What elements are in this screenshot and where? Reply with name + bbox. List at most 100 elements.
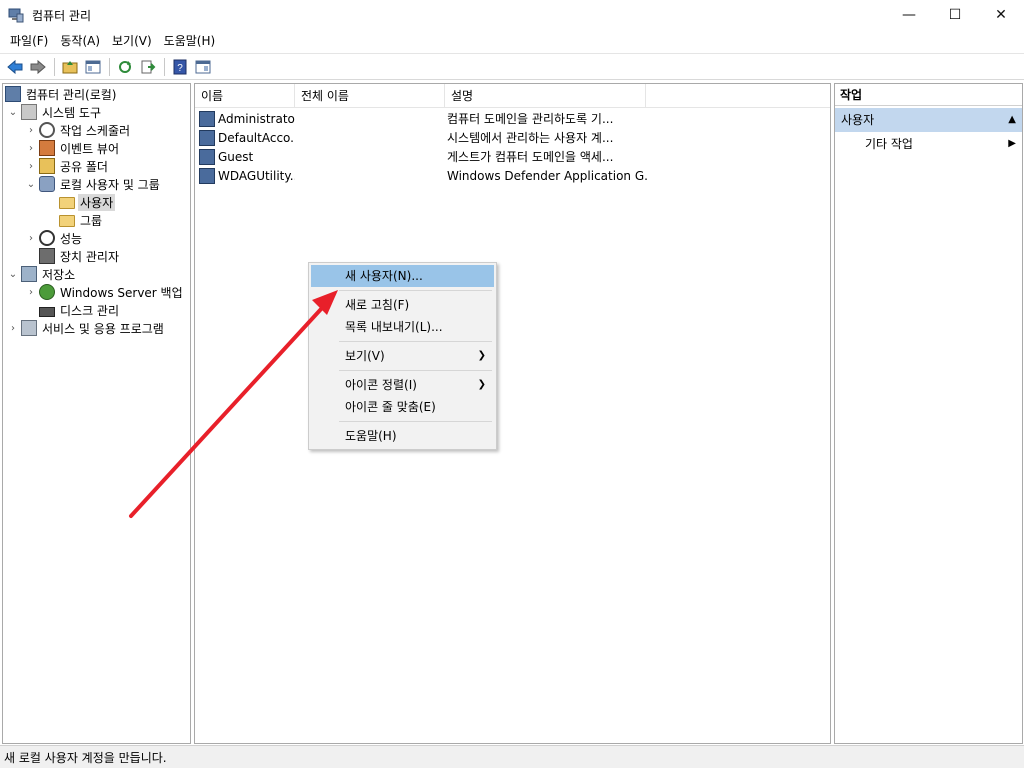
tree-item-storage[interactable]: ⌄ 저장소 [7,265,77,283]
tree-label: 공유 폴더 [60,159,108,174]
menu-item-help[interactable]: 도움말(H) [311,425,494,447]
chevron-right-icon: ❯ [477,350,486,361]
minimize-button[interactable]: — [886,0,932,30]
actions-pane: 작업 사용자 ▲ 기타 작업 ▶ [834,83,1023,744]
toolbar-separator [164,57,165,76]
menu-view[interactable]: 보기(V) [106,30,158,52]
menu-item-label: 새 사용자(N)... [345,269,423,283]
user-name: Guest [218,149,254,164]
list-item[interactable]: DefaultAcco... 시스템에서 관리하는 사용자 계... [199,128,647,147]
menu-item-label: 새로 고침(F) [345,298,410,312]
tree-label: Windows Server 백업 [60,285,183,300]
show-hide-tree-icon[interactable] [82,56,104,78]
user-icon [199,148,215,165]
collapse-up-icon[interactable]: ▲ [1008,108,1016,132]
column-header-description[interactable]: 설명 [445,84,646,108]
list-item[interactable]: Administrator 컴퓨터 도메인을 관리하도록 기... [199,109,647,128]
chevron-down-icon[interactable]: ⌄ [7,265,19,283]
list-view[interactable]: 이름 전체 이름 설명 Administrator 컴퓨터 도메인을 관리하도록… [194,83,831,744]
toolbar-separator [54,57,55,76]
menu-help[interactable]: 도움말(H) [158,30,222,52]
menu-item-new-user[interactable]: 새 사용자(N)... [311,265,494,287]
more-actions-item[interactable]: 기타 작업 ▶ [835,132,1022,156]
export-list-icon[interactable] [137,56,159,78]
user-icon [199,167,215,184]
chevron-right-icon[interactable]: › [25,139,37,157]
chevron-right-icon[interactable]: › [25,157,37,175]
chevron-down-icon[interactable]: ⌄ [25,175,37,193]
maximize-button[interactable]: ☐ [932,0,978,30]
menu-item-view[interactable]: 보기(V) ❯ [311,345,494,367]
tree-label: 성능 [60,231,83,246]
menu-separator [339,290,492,291]
submenu-arrow-icon: ▶ [1008,138,1016,149]
menu-separator [339,370,492,371]
device-manager-icon [39,248,55,264]
actions-section-users[interactable]: 사용자 ▲ [835,108,1022,132]
toolbar: ? [0,53,1024,80]
tree-item-event-viewer[interactable]: › 이벤트 뷰어 [25,139,121,157]
tree-item-windows-server-backup[interactable]: › Windows Server 백업 [25,283,185,301]
status-text: 새 로컬 사용자 계정을 만듭니다. [4,750,167,765]
menu-file[interactable]: 파일(F) [4,30,54,52]
chevron-right-icon: ❯ [477,379,486,390]
user-name: DefaultAcco... [218,130,295,145]
tree-item-system-tools[interactable]: ⌄ 시스템 도구 [7,103,103,121]
storage-icon [21,266,37,282]
list-item[interactable]: WDAGUtility... Windows Defender Applicat… [199,166,647,185]
up-folder-icon[interactable] [59,56,81,78]
title-bar: 컴퓨터 관리 — ☐ ✕ [0,0,1024,30]
menu-separator [339,421,492,422]
tree-label: 그룹 [80,213,103,228]
menu-item-line-up-icons[interactable]: 아이콘 줄 맞춤(E) [311,396,494,418]
actions-section-label: 사용자 [841,113,875,127]
chevron-right-icon[interactable]: › [7,319,19,337]
tree-item-disk-management[interactable]: 디스크 관리 [39,301,121,319]
chevron-down-icon[interactable]: ⌄ [7,103,19,121]
back-icon[interactable] [4,56,26,78]
refresh-icon[interactable] [114,56,136,78]
list-item[interactable]: Guest 게스트가 컴퓨터 도메인을 액세... [199,147,647,166]
tree-item-shared-folders[interactable]: › 공유 폴더 [25,157,110,175]
actions-title: 작업 [835,84,1022,106]
tree-item-performance[interactable]: › 성능 [25,229,84,247]
column-header-full-name[interactable]: 전체 이름 [295,84,445,108]
tree-label: 저장소 [42,267,76,282]
help-icon[interactable]: ? [169,56,191,78]
menu-item-export-list[interactable]: 목록 내보내기(L)... [311,316,494,338]
tree-item-users[interactable]: 사용자 [59,193,116,211]
more-actions-label: 기타 작업 [865,137,913,151]
tools-icon [21,104,37,120]
folder-icon [59,197,75,209]
menu-item-label: 아이콘 정렬(I) [345,378,417,392]
user-name: WDAGUtility... [218,168,295,183]
context-menu: 새 사용자(N)... 새로 고침(F) 목록 내보내기(L)... 보기(V)… [308,262,497,450]
menu-separator [339,341,492,342]
backup-icon [39,284,55,300]
tree-item-device-manager[interactable]: 장치 관리자 [39,247,121,265]
menu-item-arrange-icons[interactable]: 아이콘 정렬(I) ❯ [311,374,494,396]
window-title: 컴퓨터 관리 [32,8,92,23]
tree-item-services-apps[interactable]: › 서비스 및 응용 프로그램 [7,319,166,337]
user-icon [199,110,215,127]
column-header-name[interactable]: 이름 [195,84,295,108]
close-button[interactable]: ✕ [978,0,1024,30]
tree-label: 작업 스케줄러 [60,123,131,138]
computer-icon [5,86,21,102]
tree-item-groups[interactable]: 그룹 [59,211,104,229]
chevron-right-icon[interactable]: › [25,121,37,139]
tree-item-task-scheduler[interactable]: › 작업 스케줄러 [25,121,132,139]
tree-label: 사용자 [78,193,116,211]
menu-action[interactable]: 동작(A) [54,30,106,52]
chevron-right-icon[interactable]: › [25,229,37,247]
menu-item-refresh[interactable]: 새로 고침(F) [311,294,494,316]
folder-icon [59,215,75,227]
tree-item-local-users-groups[interactable]: ⌄ 로컬 사용자 및 그룹 [25,175,162,193]
tree-item-root[interactable]: 컴퓨터 관리(로컬) [5,85,118,103]
tree-label: 컴퓨터 관리(로컬) [26,87,117,102]
show-hide-action-pane-icon[interactable] [192,56,214,78]
forward-icon[interactable] [27,56,49,78]
menu-item-label: 아이콘 줄 맞춤(E) [345,400,436,414]
event-viewer-icon [39,140,55,156]
chevron-right-icon[interactable]: › [25,283,37,301]
